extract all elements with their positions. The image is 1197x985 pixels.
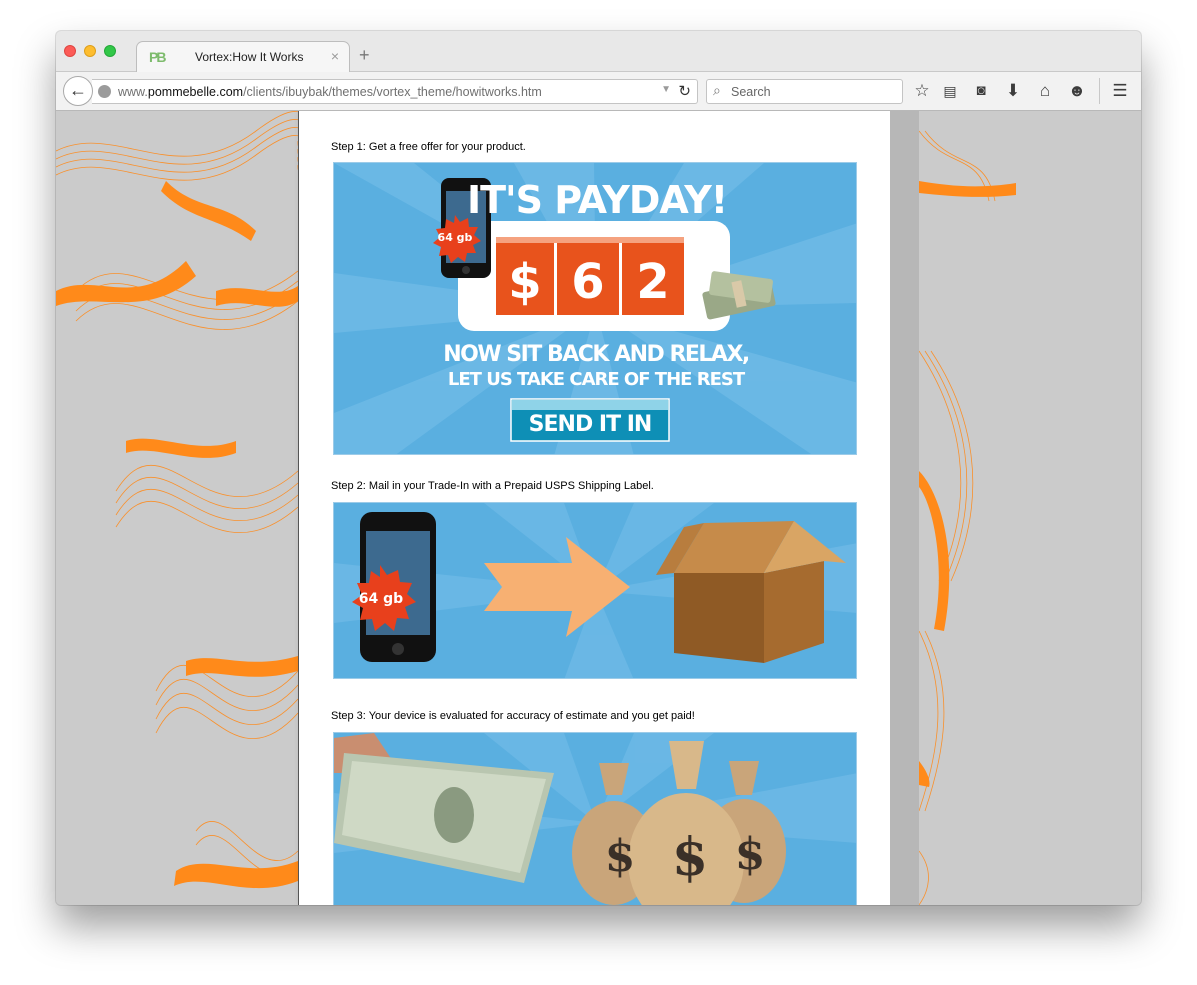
page-viewport[interactable]: Step 1: Get a free offer for your produc…	[56, 111, 1141, 905]
search-input[interactable]: ⌕ Search	[706, 79, 903, 104]
toolbar-separator	[1099, 78, 1100, 104]
step-1-label: Step 1: Get a free offer for your produc…	[331, 141, 526, 153]
pocket-icon[interactable]: ◙	[971, 80, 991, 102]
bag-dollar-2: $	[672, 827, 708, 888]
step-2-label: Step 2: Mail in your Trade-In with a Pre…	[331, 480, 654, 492]
step-3-banner: $ $ $	[333, 732, 857, 905]
url-dropdown-icon[interactable]: ▼	[661, 84, 671, 95]
step-2-banner: 64 gb	[333, 502, 857, 679]
globe-icon	[98, 85, 111, 98]
payday-graphic: 64 gb IT'S PAYDAY! $ 6 2 NOW SIT BACK AN…	[334, 163, 856, 454]
back-button[interactable]: ←	[63, 76, 93, 106]
url-text[interactable]: www.pommebelle.com/clients/ibuybak/theme…	[118, 85, 542, 99]
headline: IT'S PAYDAY!	[467, 178, 727, 222]
digit-2: 6	[571, 254, 604, 310]
bag-dollar-3: $	[735, 829, 766, 880]
hello-icon[interactable]: ☻	[1067, 80, 1087, 102]
page-right-shadow	[890, 111, 919, 905]
home-icon[interactable]: ⌂	[1035, 80, 1055, 102]
cardboard-box-image	[656, 521, 846, 663]
tab-close-icon[interactable]: ×	[331, 48, 339, 64]
main-content-page: Step 1: Get a free offer for your produc…	[298, 111, 890, 905]
relax-line-2: LET US TAKE CARE OF THE REST	[448, 369, 746, 390]
bag-dollar-1: $	[605, 831, 636, 882]
url-bar[interactable]: www.pommebelle.com/clients/ibuybak/theme…	[92, 79, 698, 104]
reading-list-icon[interactable]: ▤	[940, 80, 960, 102]
download-icon[interactable]: ⬇	[1003, 80, 1023, 102]
left-ribbon-decoration	[56, 111, 298, 889]
nav-bar: www.pommebelle.com/clients/ibuybak/theme…	[56, 72, 1141, 111]
badge-text-2: 64 gb	[359, 591, 403, 607]
relax-line-1: NOW SIT BACK AND RELAX,	[443, 342, 749, 367]
get-paid-graphic: $ $ $	[334, 733, 856, 905]
zoom-window-button[interactable]	[104, 45, 116, 57]
bookmark-star-icon[interactable]: ☆	[912, 80, 932, 102]
menu-icon[interactable]: ☰	[1110, 80, 1130, 102]
digit-3: 2	[636, 254, 669, 310]
new-tab-button[interactable]: +	[359, 46, 370, 64]
tab-active[interactable]: PB Vortex:How It Works ×	[136, 41, 350, 72]
site-favicon-icon: PB	[149, 49, 166, 65]
step-1-banner: 64 gb IT'S PAYDAY! $ 6 2 NOW SIT BACK AN…	[333, 162, 857, 455]
tab-title: Vortex:How It Works	[195, 50, 304, 64]
badge-text-1: 64 gb	[438, 231, 473, 244]
minimize-window-button[interactable]	[84, 45, 96, 57]
search-placeholder: Search	[731, 85, 771, 99]
close-window-button[interactable]	[64, 45, 76, 57]
digit-1: $	[508, 254, 541, 310]
right-ribbon-decoration	[919, 130, 1016, 905]
send-it-in-label: SEND IT IN	[529, 412, 652, 437]
search-icon: ⌕	[713, 82, 721, 98]
step-3-label: Step 3: Your device is evaluated for acc…	[331, 710, 695, 722]
reload-icon[interactable]: ↻	[678, 82, 691, 100]
browser-window: PB Vortex:How It Works × + www.pommebell…	[56, 31, 1141, 905]
back-icon: ←	[69, 80, 87, 100]
tab-bar: PB Vortex:How It Works × +	[56, 31, 1141, 72]
mail-in-graphic: 64 gb	[334, 503, 856, 678]
